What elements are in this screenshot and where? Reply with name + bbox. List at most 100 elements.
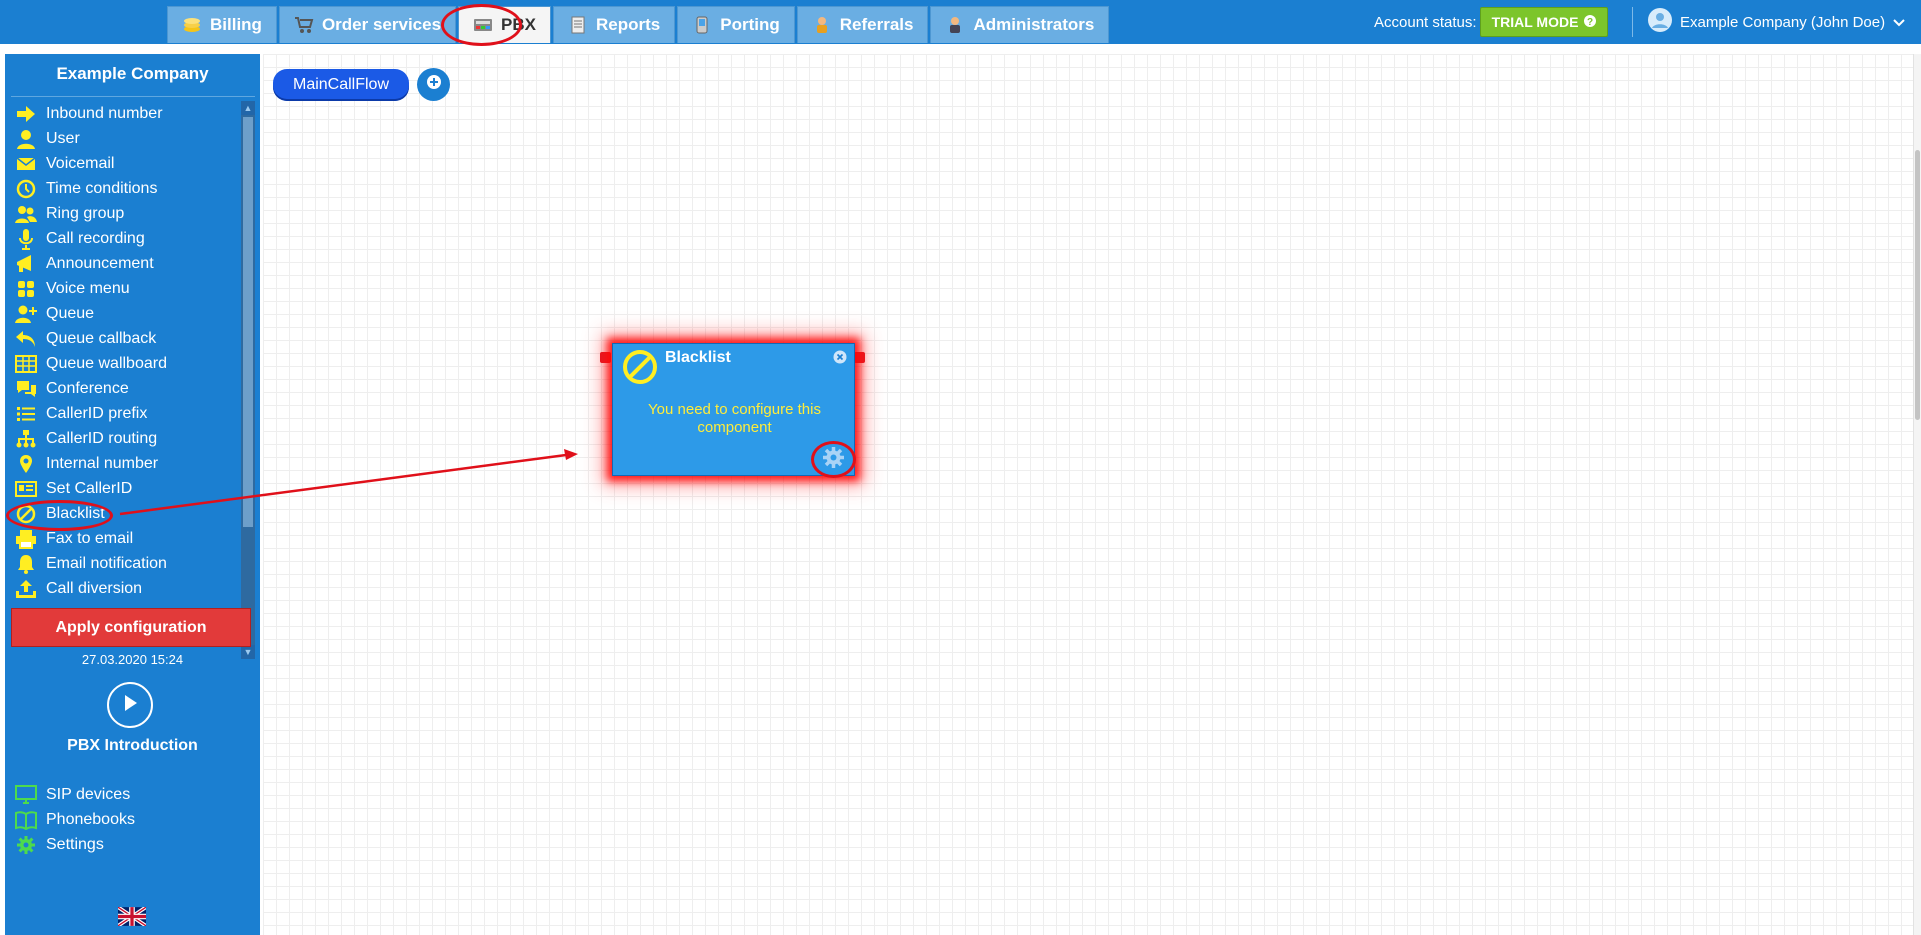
node-input-port[interactable] <box>600 352 611 363</box>
flow-tab-maincallflow[interactable]: MainCallFlow <box>273 69 409 101</box>
tab-pbx[interactable]: PBX <box>458 6 552 43</box>
phone-icon <box>692 16 712 34</box>
comments-icon <box>14 378 38 400</box>
book-icon <box>14 809 38 831</box>
sidebar-item-queue[interactable]: Queue <box>5 301 241 326</box>
sidebar-item-label: Call recording <box>46 229 145 247</box>
sidebar-item-call-diversion[interactable]: Call diversion <box>5 576 241 601</box>
call-flow-canvas[interactable] <box>263 54 1921 935</box>
tab-label: Billing <box>210 15 262 34</box>
company-name: Example Company <box>56 64 209 83</box>
sidebar-item-queue-wallboard[interactable]: Queue wallboard <box>5 351 241 376</box>
sidebar-item-fax-to-email[interactable]: Fax to email <box>5 526 241 551</box>
scrollbar-thumb[interactable] <box>243 117 253 527</box>
sidebar-item-voice-menu[interactable]: Voice menu <box>5 276 241 301</box>
admin-icon <box>945 16 965 34</box>
sidebar-item-internal-number[interactable]: Internal number <box>5 451 241 476</box>
component-list: Inbound number User Voicemail Time condi… <box>5 101 241 659</box>
sidebar-item-phonebooks[interactable]: Phonebooks <box>5 807 260 832</box>
sidebar-item-announcement[interactable]: Announcement <box>5 251 241 276</box>
sidebar-item-call-recording[interactable]: Call recording <box>5 226 241 251</box>
sidebar-item-queue-callback[interactable]: Queue callback <box>5 326 241 351</box>
monitor-icon <box>14 784 38 806</box>
sidebar-item-email-notification[interactable]: Email notification <box>5 551 241 576</box>
sidebar-item-conference[interactable]: Conference <box>5 376 241 401</box>
sidebar-item-label: Settings <box>46 835 104 853</box>
reply-icon <box>14 328 38 350</box>
node-title: Blacklist <box>665 349 731 366</box>
sidebar-item-blacklist[interactable]: Blacklist <box>5 501 241 526</box>
pbx-introduction-label[interactable]: PBX Introduction <box>5 737 260 755</box>
canvas-scrollbar[interactable] <box>1913 54 1921 935</box>
sidebar-item-label: Voice menu <box>46 279 130 297</box>
sidebar-item-ring-group[interactable]: Ring group <box>5 201 241 226</box>
sidebar-item-set-callerid[interactable]: Set CallerID <box>5 476 241 501</box>
bell-icon <box>14 553 38 575</box>
pbx-icon <box>473 16 493 34</box>
avatar-icon <box>1648 8 1672 36</box>
ban-icon <box>622 349 658 385</box>
help-icon: ? <box>1584 14 1597 30</box>
node-output-port[interactable] <box>854 352 865 363</box>
sidebar-item-callerid-prefix[interactable]: CallerID prefix <box>5 401 241 426</box>
sidebar-item-voicemail[interactable]: Voicemail <box>5 151 241 176</box>
gear-icon[interactable] <box>821 445 846 470</box>
add-flow-button[interactable] <box>417 68 450 101</box>
last-applied-timestamp: 27.03.2020 15:24 <box>81 652 184 667</box>
sidebar-item-label: Email notification <box>46 554 167 572</box>
plus-circle-icon <box>426 74 442 95</box>
tab-reports[interactable]: Reports <box>553 6 676 43</box>
tab-label: PBX <box>501 15 537 34</box>
scrollbar-thumb[interactable] <box>1915 150 1920 420</box>
topbar-divider <box>1632 7 1633 37</box>
sidebar-item-sip-devices[interactable]: SIP devices <box>5 782 260 807</box>
sidebar-scrollbar[interactable]: ▲ ▼ <box>241 101 255 659</box>
sidebar-item-label: Ring group <box>46 204 125 222</box>
tab-label: Administrators <box>973 15 1095 34</box>
tab-label: Reports <box>596 15 661 34</box>
apply-configuration-button[interactable]: Apply configuration <box>11 608 251 647</box>
account-status-label: Account status: <box>1374 13 1477 31</box>
megaphone-icon <box>14 253 38 275</box>
user-name: Example Company (John Doe) <box>1680 13 1886 31</box>
play-video-button[interactable] <box>107 682 153 728</box>
user-menu[interactable]: Example Company (John Doe) <box>1648 0 1905 44</box>
scroll-up-icon[interactable]: ▲ <box>241 101 255 115</box>
users-icon <box>14 203 38 225</box>
ban-icon <box>14 503 38 525</box>
sidebar-item-label: Inbound number <box>46 104 163 122</box>
tab-order-services[interactable]: Order services <box>278 6 457 43</box>
sidebar-item-label: Conference <box>46 379 129 397</box>
sidebar-item-callerid-routing[interactable]: CallerID routing <box>5 426 241 451</box>
sidebar-item-label: Announcement <box>46 254 154 272</box>
sidebar-item-label: CallerID prefix <box>46 404 148 422</box>
tab-administrators[interactable]: Administrators <box>930 6 1110 43</box>
sidebar-item-settings[interactable]: Settings <box>5 832 260 857</box>
chevron-down-icon <box>1893 14 1905 31</box>
cart-icon <box>294 16 314 34</box>
sidebar-item-label: Call diversion <box>46 579 143 597</box>
close-icon[interactable] <box>833 350 847 364</box>
divider <box>11 96 255 97</box>
tab-referrals[interactable]: Referrals <box>796 6 929 43</box>
microphone-icon <box>14 228 38 250</box>
sidebar-item-label: User <box>46 129 80 147</box>
sidebar-item-label: Time conditions <box>46 179 158 197</box>
sidebar-item-user[interactable]: User <box>5 126 241 151</box>
clock-icon <box>14 178 38 200</box>
language-flag-icon[interactable] <box>116 905 148 928</box>
tab-billing[interactable]: Billing <box>167 6 277 43</box>
grid-icon <box>14 278 38 300</box>
sidebar-item-inbound-number[interactable]: Inbound number <box>5 101 241 126</box>
arrow-right-icon <box>14 103 38 125</box>
blacklist-node[interactable]: Blacklist You need to configure this com… <box>612 343 855 476</box>
node-config-message: You need to configure this component <box>648 401 821 436</box>
trial-mode-badge[interactable]: TRIAL MODE ? <box>1480 7 1608 37</box>
printer-icon <box>14 528 38 550</box>
tab-porting[interactable]: Porting <box>677 6 795 43</box>
svg-text:?: ? <box>1587 17 1593 27</box>
sidebar-item-label: Queue callback <box>46 329 157 347</box>
sidebar-item-label: Blacklist <box>46 504 105 522</box>
sidebar-item-time-conditions[interactable]: Time conditions <box>5 176 241 201</box>
sidebar-item-label: Phonebooks <box>46 810 135 828</box>
